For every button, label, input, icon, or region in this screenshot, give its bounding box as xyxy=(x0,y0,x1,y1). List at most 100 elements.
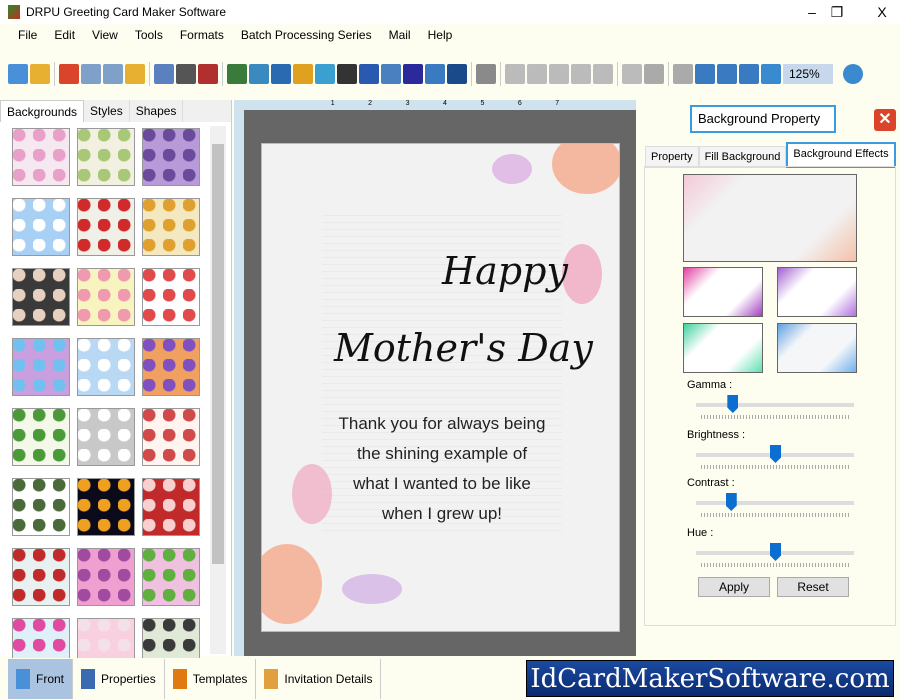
card-heading-mothers-day[interactable]: Mother's Day xyxy=(334,326,593,370)
background-thumbnail[interactable] xyxy=(77,198,135,256)
background-thumbnail[interactable] xyxy=(12,128,70,186)
hue-slider[interactable] xyxy=(696,543,854,561)
barcode-icon[interactable] xyxy=(337,64,357,84)
vertical-ruler xyxy=(234,100,244,656)
restore-button[interactable]: ❐ xyxy=(815,0,859,24)
grid-icon[interactable] xyxy=(695,64,715,84)
pen-icon[interactable] xyxy=(271,64,291,84)
paste-icon[interactable] xyxy=(593,64,613,84)
shape-icon[interactable] xyxy=(293,64,313,84)
background-thumbnail[interactable] xyxy=(77,128,135,186)
close-doc-icon[interactable] xyxy=(59,64,79,84)
actual-size-icon[interactable] xyxy=(717,64,737,84)
menu-view[interactable]: View xyxy=(92,28,118,42)
effect-preset-green[interactable] xyxy=(683,323,763,373)
background-thumbnail[interactable] xyxy=(12,408,70,466)
text-wave-icon[interactable] xyxy=(315,64,335,84)
menu-help[interactable]: Help xyxy=(428,28,453,42)
gamma-slider[interactable] xyxy=(696,395,854,413)
background-thumbnail[interactable] xyxy=(77,268,135,326)
bottom-tab-front[interactable]: Front xyxy=(8,659,74,699)
background-thumbnail[interactable] xyxy=(12,548,70,606)
line-icon[interactable] xyxy=(447,64,467,84)
save-icon[interactable] xyxy=(81,64,101,84)
bottom-tab-invitation-details[interactable]: Invitation Details xyxy=(256,659,382,699)
close-window-button[interactable]: X xyxy=(860,0,900,24)
contrast-slider[interactable] xyxy=(696,493,854,511)
tab-backgrounds[interactable]: Backgrounds xyxy=(0,100,85,122)
bring-front-icon[interactable] xyxy=(644,64,664,84)
export-icon[interactable] xyxy=(125,64,145,84)
cut-icon[interactable] xyxy=(549,64,569,84)
left-tabs: Backgrounds Styles Shapes xyxy=(0,100,231,122)
zoom-in-icon[interactable] xyxy=(761,64,781,84)
word-art-icon[interactable] xyxy=(381,64,401,84)
tab-fill-background[interactable]: Fill Background xyxy=(698,146,787,168)
signature-icon[interactable] xyxy=(403,64,423,84)
background-thumbnail[interactable] xyxy=(77,478,135,536)
delete-icon[interactable] xyxy=(622,64,642,84)
card-message[interactable]: Thank you for always being the shining ex… xyxy=(302,409,582,529)
open-icon[interactable] xyxy=(30,64,50,84)
redo-icon[interactable] xyxy=(527,64,547,84)
background-thumbnail[interactable] xyxy=(77,408,135,466)
effect-preset-blue[interactable] xyxy=(777,323,857,373)
apply-button[interactable]: Apply xyxy=(698,577,770,597)
background-thumbnail[interactable] xyxy=(12,198,70,256)
menu-tools[interactable]: Tools xyxy=(135,28,163,42)
background-thumbnail[interactable] xyxy=(12,478,70,536)
undo-icon[interactable] xyxy=(505,64,525,84)
menu-batch-processing-series[interactable]: Batch Processing Series xyxy=(241,28,372,42)
tab-shapes[interactable]: Shapes xyxy=(130,100,184,122)
background-thumbnail[interactable] xyxy=(12,268,70,326)
slider-thumb[interactable] xyxy=(725,493,737,511)
bottom-tab-templates[interactable]: Templates xyxy=(165,659,257,699)
new-icon[interactable] xyxy=(8,64,28,84)
print-batch-icon[interactable] xyxy=(198,64,218,84)
tab-property[interactable]: Property xyxy=(645,146,699,168)
fit-icon[interactable] xyxy=(739,64,759,84)
menu-mail[interactable]: Mail xyxy=(389,28,411,42)
copy-icon[interactable] xyxy=(571,64,591,84)
slider-label: Gamma : xyxy=(687,379,733,391)
effect-preset-purple[interactable] xyxy=(777,267,857,317)
menu-edit[interactable]: Edit xyxy=(54,28,75,42)
send-back-icon[interactable] xyxy=(673,64,693,84)
menu-file[interactable]: File xyxy=(18,28,37,42)
database-icon[interactable] xyxy=(476,64,496,84)
background-thumbnail[interactable] xyxy=(142,268,200,326)
print-icon[interactable] xyxy=(176,64,196,84)
background-thumbnail[interactable] xyxy=(142,478,200,536)
save-as-icon[interactable] xyxy=(103,64,123,84)
slider-thumb[interactable] xyxy=(770,543,781,561)
zoom-select[interactable]: 125% xyxy=(783,64,833,84)
text-icon[interactable] xyxy=(359,64,379,84)
tab-background-effects[interactable]: Background Effects xyxy=(786,142,896,168)
reset-button[interactable]: Reset xyxy=(777,577,849,597)
background-thumbnail[interactable] xyxy=(77,548,135,606)
background-thumbnail[interactable] xyxy=(142,408,200,466)
background-thumbnail[interactable] xyxy=(142,198,200,256)
scrollbar-thumb[interactable] xyxy=(212,144,224,564)
slider-thumb[interactable] xyxy=(770,445,781,463)
effect-preset-magenta[interactable] xyxy=(683,267,763,317)
brightness-slider[interactable] xyxy=(696,445,854,463)
bottom-tab-properties[interactable]: Properties xyxy=(73,659,165,699)
gallery-scrollbar[interactable] xyxy=(210,126,226,654)
mail-icon[interactable] xyxy=(425,64,445,84)
menu-formats[interactable]: Formats xyxy=(180,28,224,42)
greeting-card[interactable]: Happy Mother's Day Thank you for always … xyxy=(261,143,620,632)
close-icon[interactable]: ✕ xyxy=(874,109,896,131)
background-thumbnail[interactable] xyxy=(77,338,135,396)
properties-icon[interactable] xyxy=(154,64,174,84)
background-thumbnail[interactable] xyxy=(142,338,200,396)
background-thumbnail[interactable] xyxy=(142,548,200,606)
card-heading-happy[interactable]: Happy xyxy=(442,249,568,293)
background-thumbnail[interactable] xyxy=(142,128,200,186)
background-thumbnail[interactable] xyxy=(12,338,70,396)
zoom-out-icon[interactable] xyxy=(843,64,863,84)
image-icon[interactable] xyxy=(249,64,269,84)
tab-styles[interactable]: Styles xyxy=(84,100,130,122)
slider-thumb[interactable] xyxy=(727,395,739,413)
background-icon[interactable] xyxy=(227,64,247,84)
